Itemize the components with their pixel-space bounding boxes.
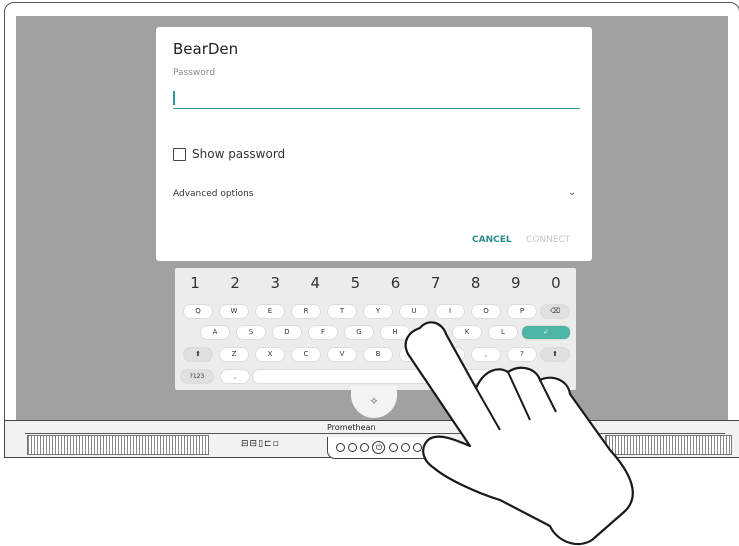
key-2[interactable]: 2 — [220, 274, 250, 292]
key-d[interactable]: D — [273, 326, 301, 339]
key-f[interactable]: F — [309, 326, 337, 339]
key-q[interactable]: Q — [184, 305, 212, 318]
key-a[interactable]: A — [201, 326, 229, 339]
front-button[interactable] — [347, 443, 357, 452]
show-password-row[interactable]: Show password — [173, 147, 285, 161]
wifi-password-dialog: BearDen Password Show password Advanced … — [156, 27, 592, 261]
chevron-down-icon[interactable]: ⌄ — [568, 187, 576, 198]
front-button[interactable] — [335, 443, 345, 452]
key-1[interactable]: 1 — [180, 274, 210, 292]
key-0[interactable]: 0 — [541, 274, 571, 292]
key-3[interactable]: 3 — [260, 274, 290, 292]
key-9[interactable]: 9 — [501, 274, 531, 292]
number-row: 1 2 3 4 5 6 7 8 9 0 — [175, 274, 576, 292]
key-s[interactable]: S — [237, 326, 265, 339]
shift-left-key[interactable]: ⬆ — [184, 348, 212, 361]
key-g[interactable]: G — [345, 326, 373, 339]
key-8[interactable]: 8 — [461, 274, 491, 292]
left-speaker-grille — [27, 435, 209, 455]
key-z[interactable]: Z — [220, 348, 248, 361]
key-r[interactable]: R — [292, 305, 320, 318]
key-t[interactable]: T — [328, 305, 356, 318]
key-5[interactable]: 5 — [340, 274, 370, 292]
show-password-label: Show password — [192, 147, 286, 161]
front-ports-icon: ⊟⊟▯⊏▫ — [241, 439, 280, 449]
show-password-checkbox[interactable] — [173, 147, 186, 161]
key-7[interactable]: 7 — [421, 274, 451, 292]
key-6[interactable]: 6 — [381, 274, 411, 292]
cancel-button[interactable]: CANCEL — [472, 235, 512, 245]
password-label: Password — [173, 68, 216, 78]
front-button[interactable] — [360, 443, 370, 452]
brand-label: Promethean — [327, 423, 376, 432]
symbols-key[interactable]: ?123 — [181, 370, 213, 383]
key-e[interactable]: E — [256, 305, 284, 318]
connect-button[interactable]: CONNECT — [526, 235, 570, 245]
key-w[interactable]: W — [220, 305, 248, 318]
dialog-title: BearDen — [173, 40, 239, 58]
advanced-options-label[interactable]: Advanced options — [173, 189, 253, 199]
key-v[interactable]: V — [328, 348, 356, 361]
key-x[interactable]: X — [256, 348, 284, 361]
password-input[interactable] — [173, 88, 580, 109]
pointing-hand-icon — [404, 321, 634, 546]
key-c[interactable]: C — [292, 348, 320, 361]
comma-key[interactable]: , — [221, 370, 249, 383]
key-4[interactable]: 4 — [300, 274, 330, 292]
text-caret — [173, 91, 175, 105]
